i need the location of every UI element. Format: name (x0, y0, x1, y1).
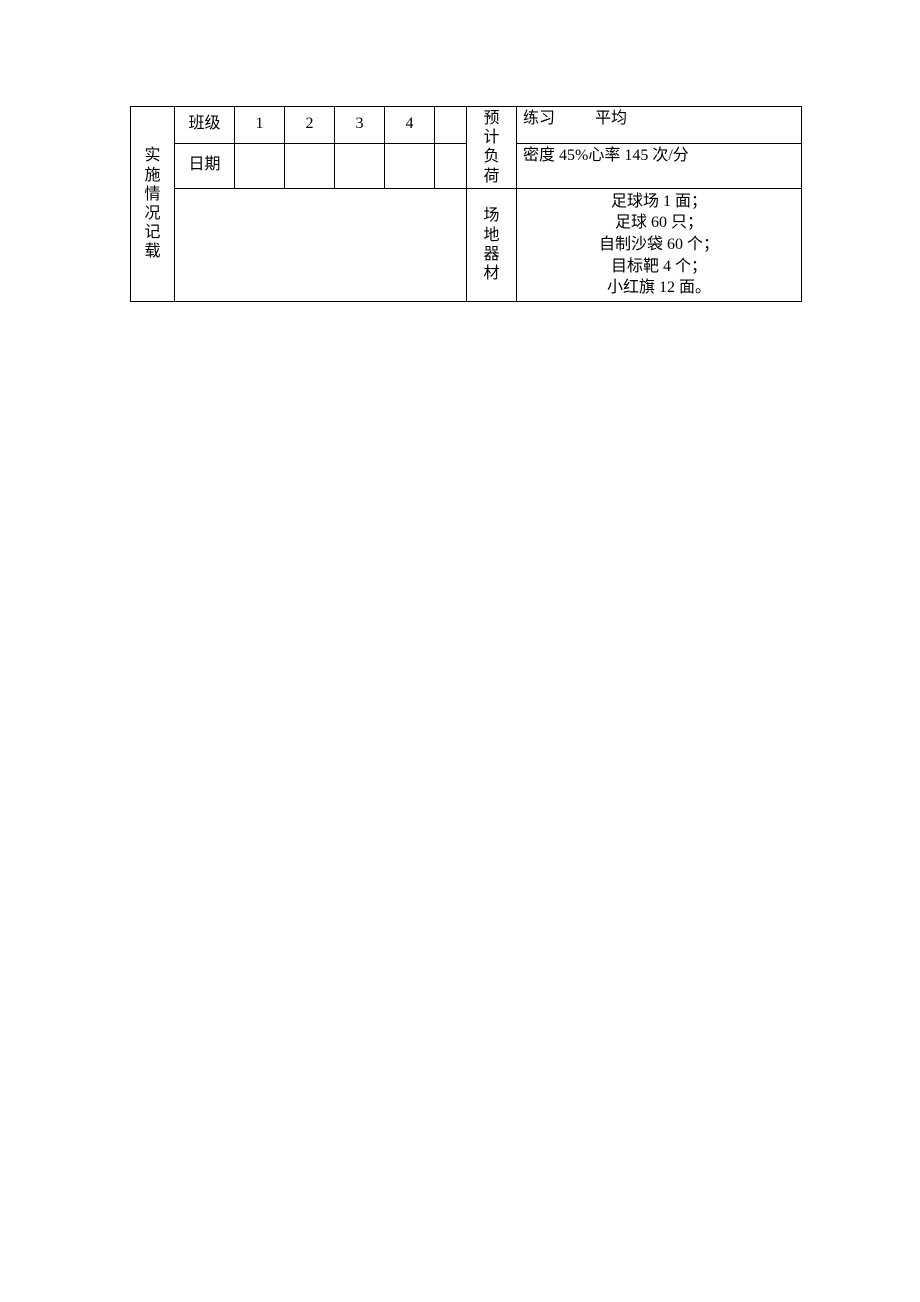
row-header-record: 实施情况记载 (131, 107, 175, 302)
row-header-class: 班级 (175, 107, 235, 144)
class-col-2: 2 (285, 107, 335, 144)
record-notes-area (175, 188, 467, 301)
load-line2: 密度 45%心率 145 次/分 (517, 143, 802, 188)
date-cell-1 (235, 143, 285, 188)
row-header-equipment: 场地器材 (467, 188, 517, 301)
equipment-list: 足球场 1 面； 足球 60 只； 自制沙袋 60 个； 目标靶 4 个； 小红… (517, 188, 802, 301)
class-col-3: 3 (335, 107, 385, 144)
date-cell-2 (285, 143, 335, 188)
date-cell-4 (385, 143, 435, 188)
row-header-date: 日期 (175, 143, 235, 188)
class-col-4: 4 (385, 107, 435, 144)
record-table: 实施情况记载 班级 1 2 3 4 预计负荷 练习 平均 日期 密度 45%心率… (130, 106, 802, 302)
load-line1: 练习 平均 (517, 107, 802, 144)
date-cell-3 (335, 143, 385, 188)
row-header-load: 预计负荷 (467, 107, 517, 189)
class-col-1: 1 (235, 107, 285, 144)
date-cell-blank (435, 143, 467, 188)
class-col-blank (435, 107, 467, 144)
